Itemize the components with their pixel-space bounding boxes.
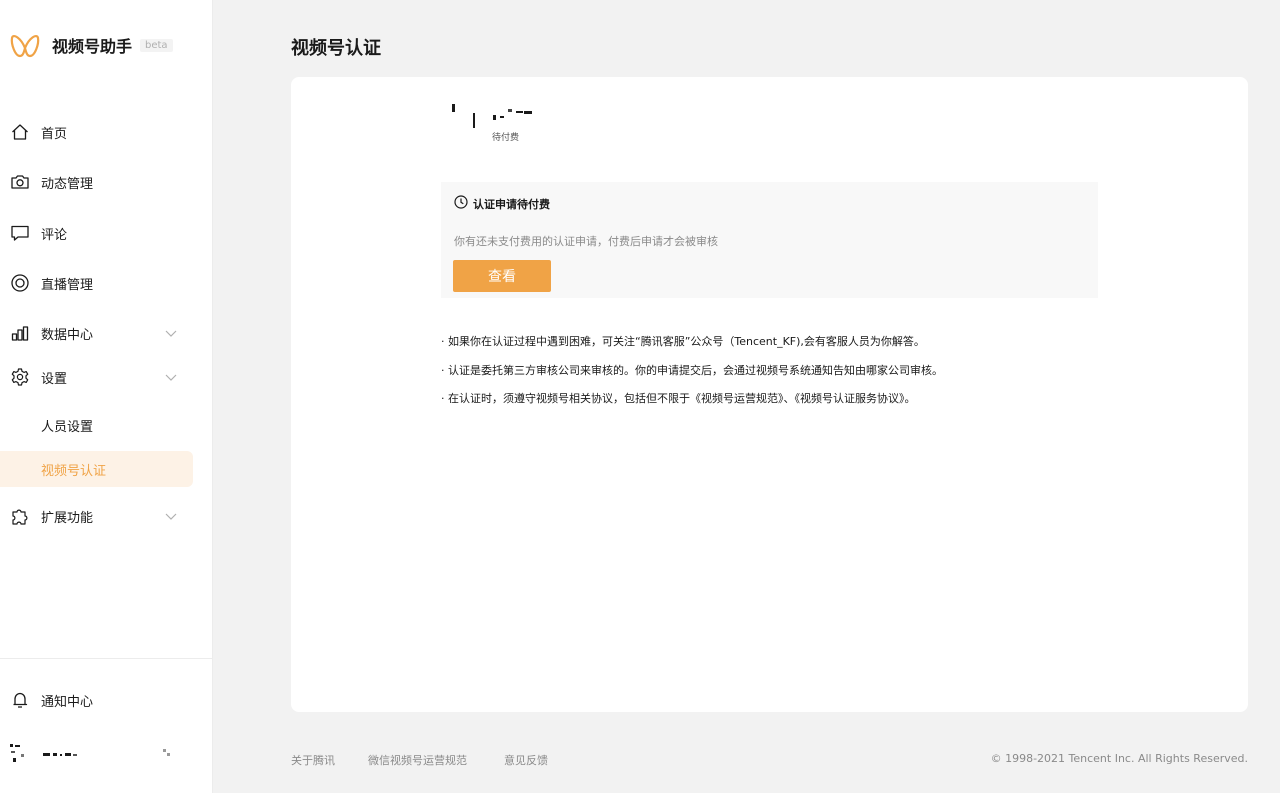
chevron-down-icon [165,513,177,520]
sidebar-item-label: 直播管理 [41,277,94,293]
tip-item: · 如果你在认证过程中遇到困难，可关注“腾讯客服”公众号（Tencent_KF)… [441,335,925,348]
bell-icon [13,692,28,708]
sidebar-item-label: 人员设置 [41,419,94,435]
sidebar-item-label: 通知中心 [41,694,94,710]
brand-name: 视频号助手 [52,37,133,56]
copyright: © 1998-2021 Tencent Inc. All Rights Rese… [990,752,1248,765]
sidebar-item-label: 首页 [41,126,68,142]
tip-item: · 认证是委托第三方审核公司来审核的。你的申请提交后，会通过视频号系统通知告知由… [441,364,943,377]
sidebar-item-label: 设置 [41,371,68,387]
user-name [43,753,77,756]
exit-icon[interactable] [162,748,172,758]
chevron-down-icon [165,330,177,337]
sidebar-item-notifications[interactable]: 通知中心 [0,682,193,718]
status-icon [452,104,532,128]
butterfly-logo-icon [10,34,40,58]
home-icon [12,124,28,140]
sidebar: 视频号助手 beta 首页 动态管理 评论 直播管理 数据中心 设置 人员设置 … [0,0,213,793]
puzzle-icon [12,509,28,525]
sidebar-item-channel-verification[interactable]: 视频号认证 [0,451,193,487]
notice-box: 认证申请待付费 你有还未支付费用的认证申请，付费后申请才会被审核 查看 [441,182,1098,298]
footer-link-feedback[interactable]: 意见反馈 [504,752,548,768]
sidebar-item-extensions[interactable]: 扩展功能 [0,498,193,534]
avatar[interactable] [9,742,31,764]
comment-icon [11,225,29,241]
sidebar-item-label: 扩展功能 [41,510,94,526]
footer-link-about-tencent[interactable]: 关于腾讯 [291,752,335,768]
sidebar-item-settings[interactable]: 设置 [0,359,193,395]
clock-icon [454,195,468,209]
status-text: 待付费 [492,133,520,143]
sidebar-item-label: 评论 [41,227,68,243]
sidebar-item-data-center[interactable]: 数据中心 [0,315,193,351]
gear-icon [11,368,29,386]
brand[interactable]: 视频号助手 beta [10,30,173,60]
footer-link-operating-rules[interactable]: 微信视频号运营规范 [368,752,467,768]
chevron-down-icon [165,374,177,381]
sidebar-item-comments[interactable]: 评论 [0,215,193,251]
page-title: 视频号认证 [291,38,381,59]
notice-title: 认证申请待付费 [473,198,550,211]
sidebar-divider [0,658,212,659]
sidebar-item-label: 动态管理 [41,176,94,192]
sidebar-item-label: 数据中心 [41,327,94,343]
beta-badge: beta [140,38,173,52]
sidebar-item-label: 视频号认证 [41,463,107,479]
live-icon [11,274,29,292]
bar-chart-icon [11,326,29,341]
view-button[interactable]: 查看 [453,260,551,292]
sidebar-item-posts[interactable]: 动态管理 [0,164,193,200]
tip-item: · 在认证时，须遵守视频号相关协议，包括但不限于《视频号运营规范》、《视频号认证… [441,392,916,405]
camera-icon [11,175,29,189]
sidebar-item-live[interactable]: 直播管理 [0,265,193,301]
sidebar-item-home[interactable]: 首页 [0,114,193,150]
notice-description: 你有还未支付费用的认证申请，付费后申请才会被审核 [454,235,718,248]
sidebar-item-staff-settings[interactable]: 人员设置 [0,407,193,443]
